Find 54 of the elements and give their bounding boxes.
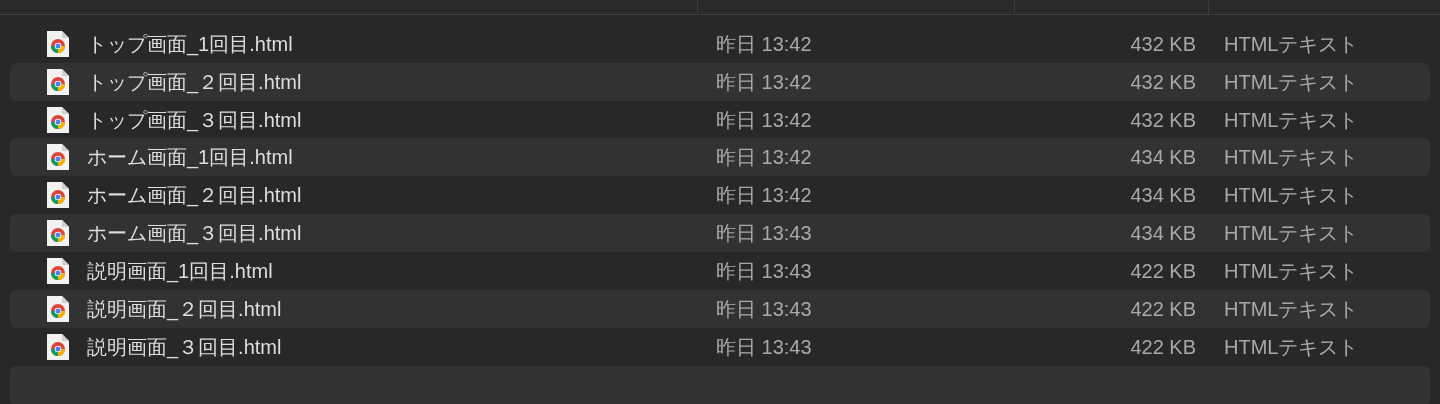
- file-name: 説明画面_３回目.html: [87, 335, 282, 361]
- html-file-icon: [46, 182, 70, 209]
- file-size: 432 KB: [1129, 107, 1196, 133]
- file-name: トップ画面_２回目.html: [87, 69, 302, 96]
- html-file-icon: [46, 296, 70, 323]
- file-row[interactable]: トップ画面_1回目.html 昨日 13:42 432 KB HTMLテキスト: [10, 24, 1430, 63]
- file-size: 422 KB: [1129, 259, 1196, 285]
- file-kind: HTMLテキスト: [1223, 221, 1359, 247]
- file-kind: HTMLテキスト: [1223, 145, 1359, 171]
- file-size: 432 KB: [1129, 69, 1196, 95]
- file-row[interactable]: トップ画面_２回目.html 昨日 13:42 432 KB HTMLテキスト: [10, 62, 1430, 101]
- file-row[interactable]: トップ画面_３回目.html 昨日 13:42 432 KB HTMLテキスト: [10, 100, 1430, 139]
- html-file-icon: [46, 30, 70, 57]
- file-size: 422 KB: [1129, 297, 1196, 323]
- file-row[interactable]: 説明画面_３回目.html 昨日 13:43 422 KB HTMLテキスト: [10, 328, 1430, 366]
- file-row[interactable]: 説明画面_1回目.html 昨日 13:43 422 KB HTMLテキスト: [10, 252, 1430, 291]
- file-kind: HTMLテキスト: [1223, 69, 1359, 95]
- file-size: 434 KB: [1129, 183, 1196, 209]
- file-kind: HTMLテキスト: [1223, 297, 1359, 323]
- file-row[interactable]: ホーム画面_３回目.html 昨日 13:43 434 KB HTMLテキスト: [10, 214, 1430, 253]
- file-name: トップ画面_３回目.html: [87, 107, 302, 134]
- file-size: 432 KB: [1129, 31, 1196, 57]
- file-row[interactable]: ホーム画面_２回目.html 昨日 13:42 434 KB HTMLテキスト: [10, 176, 1430, 215]
- html-file-icon: [46, 258, 70, 285]
- html-file-icon: [46, 68, 70, 95]
- file-name: ホーム画面_３回目.html: [87, 221, 302, 247]
- file-kind: HTMLテキスト: [1223, 183, 1359, 209]
- file-row[interactable]: ホーム画面_1回目.html 昨日 13:42 434 KB HTMLテキスト: [10, 138, 1430, 177]
- file-size: 434 KB: [1129, 221, 1196, 247]
- file-name: 説明画面_２回目.html: [87, 297, 282, 323]
- modified-date: 昨日 13:42: [715, 183, 813, 209]
- file-name: ホーム画面_1回目.html: [87, 145, 293, 171]
- file-size: 422 KB: [1129, 335, 1196, 361]
- file-size: 434 KB: [1129, 145, 1196, 171]
- modified-date: 昨日 13:43: [715, 221, 813, 247]
- modified-date: 昨日 13:43: [715, 297, 813, 323]
- html-file-icon: [46, 106, 70, 133]
- modified-date: 昨日 13:42: [715, 69, 813, 95]
- file-kind: HTMLテキスト: [1223, 259, 1359, 285]
- modified-date: 昨日 13:42: [715, 145, 813, 171]
- file-name: トップ画面_1回目.html: [87, 31, 293, 58]
- file-name: 説明画面_1回目.html: [87, 259, 273, 285]
- html-file-icon: [46, 220, 70, 247]
- file-name: ホーム画面_２回目.html: [87, 183, 302, 209]
- html-file-icon: [46, 334, 70, 361]
- modified-date: 昨日 13:42: [715, 107, 813, 133]
- file-row[interactable]: 説明画面_２回目.html 昨日 13:43 422 KB HTMLテキスト: [10, 290, 1430, 329]
- modified-date: 昨日 13:43: [715, 259, 813, 285]
- html-file-icon: [46, 144, 70, 171]
- file-kind: HTMLテキスト: [1223, 335, 1359, 361]
- modified-date: 昨日 13:42: [715, 31, 813, 57]
- file-kind: HTMLテキスト: [1223, 31, 1359, 57]
- file-kind: HTMLテキスト: [1223, 107, 1359, 133]
- modified-date: 昨日 13:43: [715, 335, 813, 361]
